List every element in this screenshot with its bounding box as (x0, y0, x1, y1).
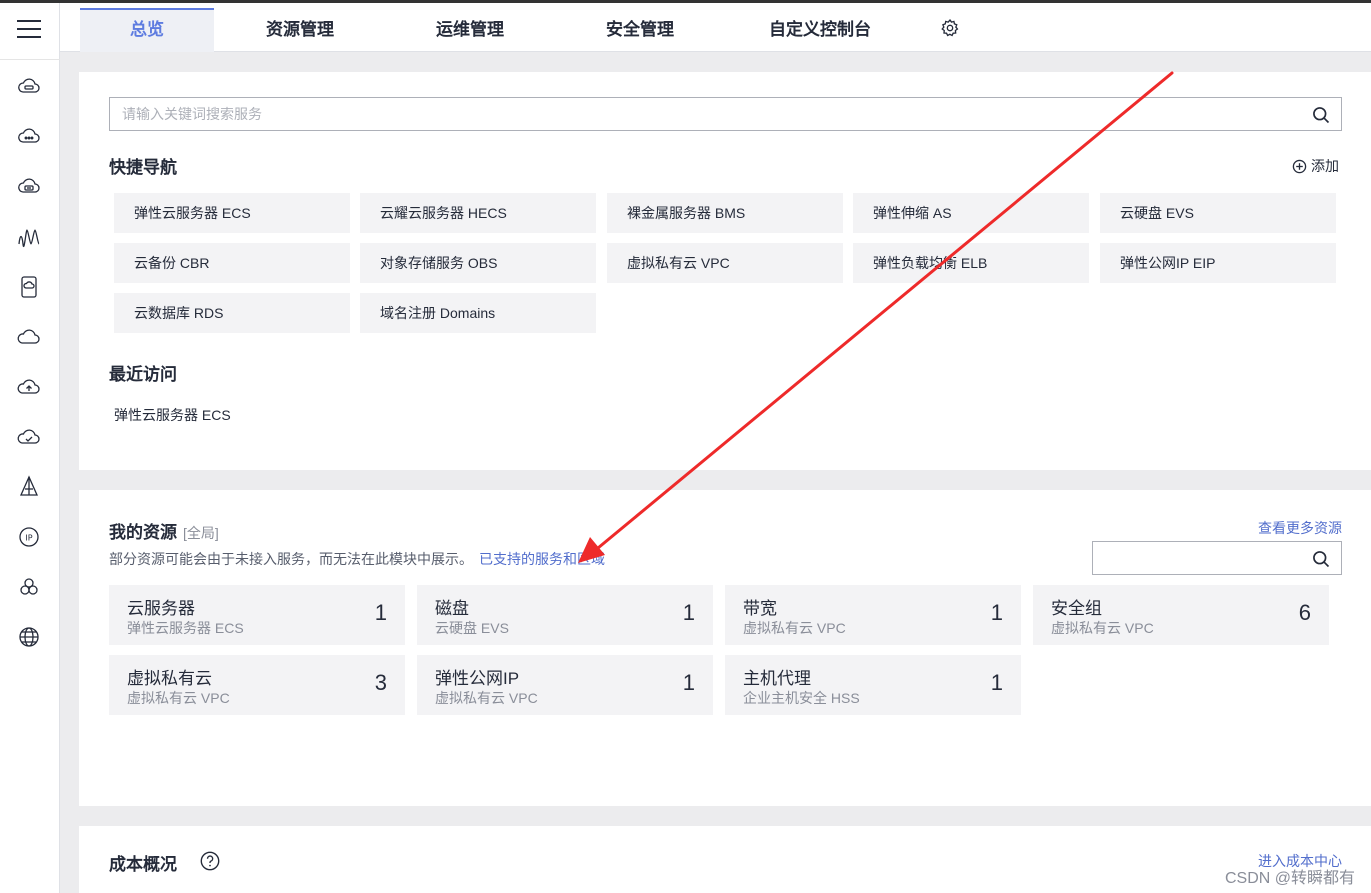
add-quick-nav-button[interactable]: 添加 (1292, 156, 1339, 176)
resource-count: 1 (374, 600, 387, 625)
cloud-icon[interactable] (17, 125, 41, 149)
resource-tile[interactable]: 安全组 虚拟私有云 VPC 6 (1033, 585, 1329, 645)
quick-nav-item[interactable]: 裸金属服务器 BMS (607, 193, 843, 233)
resource-service: 云硬盘 EVS (435, 620, 509, 636)
quick-nav-item[interactable]: 弹性云服务器 ECS (114, 193, 350, 233)
quick-nav-item[interactable]: 云数据库 RDS (114, 293, 350, 333)
resource-tile[interactable]: 磁盘 云硬盘 EVS 1 (417, 585, 713, 645)
phone-icon[interactable] (17, 275, 41, 299)
add-label: 添加 (1311, 158, 1339, 174)
quick-nav-item[interactable]: 弹性负载均衡 ELB (853, 243, 1089, 283)
resources-desc-text: 部分资源可能会由于未接入服务，而无法在此模块中展示。 (109, 551, 473, 567)
service-search (109, 97, 1342, 131)
quick-nav-item[interactable]: 云硬盘 EVS (1100, 193, 1336, 233)
search-icon[interactable] (1311, 549, 1331, 569)
resource-count: 1 (682, 670, 695, 695)
nav-divider (0, 59, 60, 60)
resource-tile[interactable]: 弹性公网IP 虚拟私有云 VPC 1 (417, 655, 713, 715)
tab-resource-management[interactable]: 资源管理 (230, 8, 370, 52)
gear-icon[interactable] (940, 18, 960, 38)
quick-nav-item[interactable]: 云备份 CBR (114, 243, 350, 283)
resource-tile[interactable]: 带宽 虚拟私有云 VPC 1 (725, 585, 1021, 645)
resource-tile[interactable]: 虚拟私有云 虚拟私有云 VPC 3 (109, 655, 405, 715)
quick-nav-item[interactable]: 云耀云服务器 HECS (360, 193, 596, 233)
resources-title: 我的资源 [全局] (109, 518, 219, 543)
svg-text:IP: IP (25, 534, 32, 543)
cost-card: 成本概况 进入成本中心 (79, 826, 1371, 893)
tower-icon[interactable] (17, 475, 41, 499)
quick-nav-item[interactable]: 弹性公网IP EIP (1100, 243, 1336, 283)
resources-title-text: 我的资源 (109, 523, 177, 542)
plus-circle-icon (1292, 159, 1307, 173)
resource-name: 弹性公网IP (435, 669, 520, 688)
resource-service: 虚拟私有云 VPC (435, 690, 538, 706)
search-icon[interactable] (1311, 105, 1331, 125)
ecs-cloud-icon[interactable] (17, 75, 41, 99)
supported-services-link[interactable]: 已支持的服务和区域 (479, 551, 605, 567)
resource-name: 带宽 (743, 599, 777, 618)
quick-nav-item[interactable]: 域名注册 Domains (360, 293, 596, 333)
resources-desc: 部分资源可能会由于未接入服务，而无法在此模块中展示。 已支持的服务和区域 (109, 549, 605, 569)
cluster-icon[interactable] (17, 575, 41, 599)
resource-service: 虚拟私有云 VPC (127, 690, 230, 706)
resource-count: 3 (374, 670, 387, 695)
resource-service: 弹性云服务器 ECS (127, 620, 244, 636)
cloud-upload-icon[interactable] (17, 375, 41, 399)
resource-tile[interactable]: 主机代理 企业主机安全 HSS 1 (725, 655, 1021, 715)
tab-ops-management[interactable]: 运维管理 (400, 8, 540, 52)
cloud-outline-icon[interactable] (17, 325, 41, 349)
resource-search-input[interactable] (1093, 542, 1303, 574)
cloud-check-icon[interactable] (17, 425, 41, 449)
quick-nav-item[interactable]: 弹性伸缩 AS (853, 193, 1089, 233)
cost-title: 成本概况 (109, 855, 177, 874)
tab-custom-console[interactable]: 自定义控制台 (750, 8, 890, 52)
resource-count: 1 (990, 600, 1003, 625)
resource-name: 磁盘 (435, 599, 469, 618)
ip-icon[interactable]: IP (17, 525, 41, 549)
recent-title: 最近访问 (109, 365, 177, 384)
quick-nav-item[interactable]: 虚拟私有云 VPC (607, 243, 843, 283)
recent-item[interactable]: 弹性云服务器 ECS (114, 405, 231, 425)
resource-name: 云服务器 (127, 599, 195, 618)
watermark: CSDN @转瞬都有 (1224, 870, 1355, 887)
resource-name: 主机代理 (743, 669, 811, 688)
resource-count: 1 (990, 670, 1003, 695)
tab-overview[interactable]: 总览 (80, 8, 214, 52)
resource-name: 虚拟私有云 (127, 669, 212, 688)
storage-icon[interactable] (17, 175, 41, 199)
resource-service: 企业主机安全 HSS (743, 690, 860, 706)
menu-icon[interactable] (17, 18, 41, 40)
scope-tag: [全局] (183, 525, 219, 541)
top-tabs: 总览 资源管理 运维管理 安全管理 自定义控制台 (60, 3, 1371, 52)
resource-count: 6 (1298, 600, 1311, 625)
quick-nav-item[interactable]: 对象存储服务 OBS (360, 243, 596, 283)
tab-security-management[interactable]: 安全管理 (570, 8, 710, 52)
resource-name: 安全组 (1051, 599, 1102, 618)
help-icon[interactable] (199, 850, 221, 872)
overview-card: 快捷导航 添加 弹性云服务器 ECS 云耀云服务器 HECS 裸金属服务器 BM… (79, 72, 1371, 470)
resource-search (1092, 541, 1342, 575)
quick-nav-title: 快捷导航 (109, 158, 177, 177)
globe-icon[interactable] (17, 625, 41, 649)
left-nav: IP (0, 3, 60, 893)
wave-icon[interactable] (17, 225, 41, 249)
service-search-input[interactable] (110, 98, 1290, 130)
resource-tile[interactable]: 云服务器 弹性云服务器 ECS 1 (109, 585, 405, 645)
resource-count: 1 (682, 600, 695, 625)
more-resources-link[interactable]: 查看更多资源 (1258, 518, 1342, 538)
resource-service: 虚拟私有云 VPC (743, 620, 846, 636)
resource-service: 虚拟私有云 VPC (1051, 620, 1154, 636)
top-border (0, 0, 1371, 3)
resources-card: 我的资源 [全局] 部分资源可能会由于未接入服务，而无法在此模块中展示。 已支持的服… (79, 490, 1371, 806)
